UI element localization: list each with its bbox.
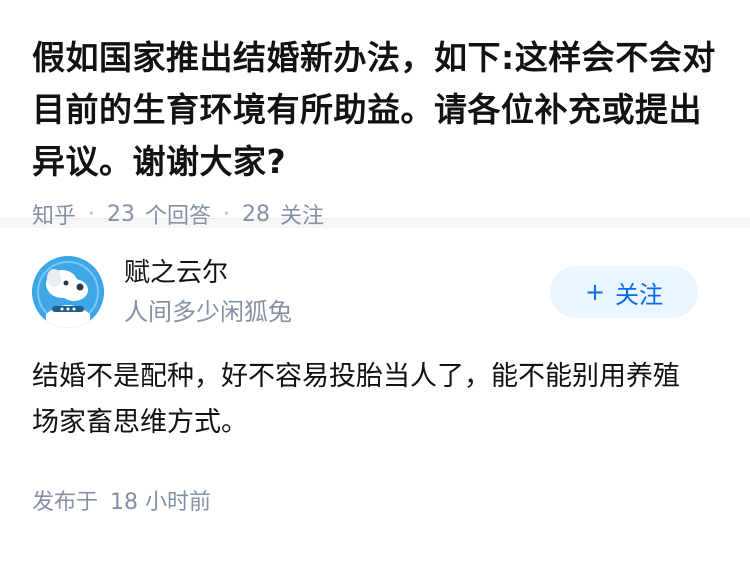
avatar[interactable] [32, 256, 104, 328]
followers-label: 关注 [280, 204, 325, 229]
meta-separator: · [88, 201, 96, 227]
answer-content[interactable]: 结婚不是配种，好不容易投胎当人了，能不能别用养殖场家畜思维方式。 [32, 354, 718, 446]
source-label[interactable]: 知乎 [32, 198, 76, 230]
published-time: 发布于 18 小时前 [32, 484, 718, 516]
published-label: 发布于 [32, 490, 99, 515]
author-info: 赋之云尔 人间多少闲狐兔 [124, 255, 550, 329]
author-name[interactable]: 赋之云尔 [124, 255, 550, 291]
published-value: 18 小时前 [110, 490, 212, 515]
question-header: 假如国家推出结婚新办法，如下:这样会不会对目前的生育环境有所助益。请各位补充或提… [0, 0, 750, 229]
author-bio: 人间多少闲狐兔 [124, 298, 292, 326]
answers-count: 23 [107, 201, 136, 227]
followers-count: 28 [242, 201, 271, 227]
question-title[interactable]: 假如国家推出结婚新办法，如下:这样会不会对目前的生育环境有所助益。请各位补充或提… [32, 32, 718, 188]
answer-card: 赋之云尔 人间多少闲狐兔 + 关注 结婚不是配种，好不容易投胎当人了，能不能别用… [0, 228, 750, 516]
answers-label: 个回答 [145, 204, 212, 229]
cartoon-dog-avatar-icon [32, 256, 104, 328]
follow-button-label: 关注 [615, 280, 664, 309]
meta-separator: · [223, 201, 231, 227]
author-row: 赋之云尔 人间多少闲狐兔 + 关注 [32, 252, 718, 332]
plus-icon: + [584, 278, 606, 306]
follow-button[interactable]: + 关注 [550, 266, 698, 318]
